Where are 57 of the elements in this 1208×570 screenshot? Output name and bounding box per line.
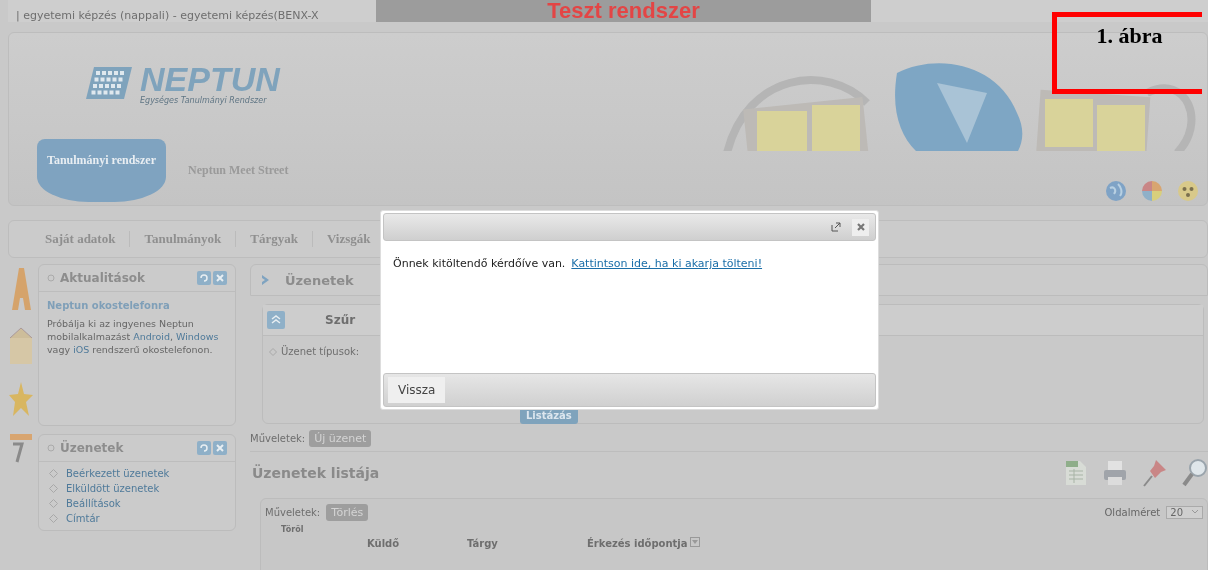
close-icon xyxy=(855,222,866,232)
sidebar-link[interactable]: Beállítások xyxy=(66,498,121,509)
close-icon xyxy=(213,271,227,285)
column-header[interactable]: Érkezés időpontja xyxy=(587,538,688,549)
news-link[interactable]: Android xyxy=(133,331,170,342)
sort-icon xyxy=(689,537,700,547)
filter-title: Szűr xyxy=(325,313,356,327)
chevron-icon xyxy=(261,274,271,286)
panel-title: Aktualitások xyxy=(60,271,147,285)
menu-item[interactable]: Saját adatok xyxy=(31,231,131,247)
system-tab[interactable]: Tanulmányi rendszer xyxy=(37,139,167,202)
logo-title: NEPTUN xyxy=(140,61,280,96)
column-header[interactable]: Küldő xyxy=(367,538,467,549)
page-size-select[interactable]: 20 xyxy=(1166,505,1203,519)
envelope-icon xyxy=(10,326,32,366)
sidebar-link[interactable]: Címtár xyxy=(66,513,100,524)
dialog-message: Önnek kitöltendő kérdőíve van. xyxy=(393,257,566,270)
menu-item[interactable]: Tanulmányok xyxy=(130,231,237,247)
news-heading: Neptun okostelefonra xyxy=(47,300,171,311)
pie-chart-icon xyxy=(1141,180,1163,202)
list-title: Üzenetek listája xyxy=(252,465,380,481)
sidebar-link[interactable]: Elküldött üzenetek xyxy=(66,483,160,494)
letter-a-icon xyxy=(10,266,32,312)
survey-link[interactable]: Kattintson ide, ha ki akarja tölteni! xyxy=(571,257,763,270)
news-link[interactable]: iOS xyxy=(73,344,90,355)
spreadsheet-icon xyxy=(1064,459,1088,487)
globe-icon xyxy=(1105,180,1127,202)
close-button[interactable] xyxy=(852,218,869,236)
pushpin-icon xyxy=(1142,458,1168,488)
actions-label: Műveletek: xyxy=(265,506,321,518)
column-header[interactable]: Tárgy xyxy=(467,538,587,549)
external-link-icon xyxy=(830,221,842,233)
program-line: | egyetemi képzés (nappali) - egyetemi képzés(BENX-X xyxy=(15,9,320,22)
close-icon xyxy=(213,441,227,455)
section-title: Üzenetek xyxy=(285,272,354,288)
page-size-label: Oldalméret xyxy=(1104,506,1161,518)
menu-item[interactable]: Tárgyak xyxy=(236,231,313,247)
test-system-title: Teszt rendszer xyxy=(547,0,700,22)
bullet-icon xyxy=(47,274,55,282)
bullet-icon xyxy=(47,444,55,452)
back-button[interactable]: Vissza xyxy=(388,377,446,403)
magnifier-icon xyxy=(1182,457,1208,489)
filter-label: Üzenet típusok: xyxy=(281,346,360,357)
sidebar-link[interactable]: Beérkezett üzenetek xyxy=(66,468,170,479)
news-text: Próbálja ki az ingyenes Neptun mobilalkalmazást Android, Windows vagy iOS rendszerű okostelefonon. xyxy=(47,317,220,356)
refresh-icon xyxy=(197,271,211,285)
refresh-icon xyxy=(197,441,211,455)
collapse-icon xyxy=(267,311,285,329)
figure-label: 1. ábra xyxy=(1096,23,1163,50)
smiley-icon xyxy=(1177,180,1199,202)
panel-title: Üzenetek xyxy=(60,441,125,455)
news-link[interactable]: Windows xyxy=(176,331,219,342)
chevron-down-icon xyxy=(1191,509,1199,515)
printer-icon xyxy=(1102,459,1128,487)
actions-label: Műveletek: xyxy=(250,433,306,444)
logo-subtitle: Egységes Tanulmányi Rendszer xyxy=(140,95,268,105)
column-header: Töröl xyxy=(281,525,305,534)
